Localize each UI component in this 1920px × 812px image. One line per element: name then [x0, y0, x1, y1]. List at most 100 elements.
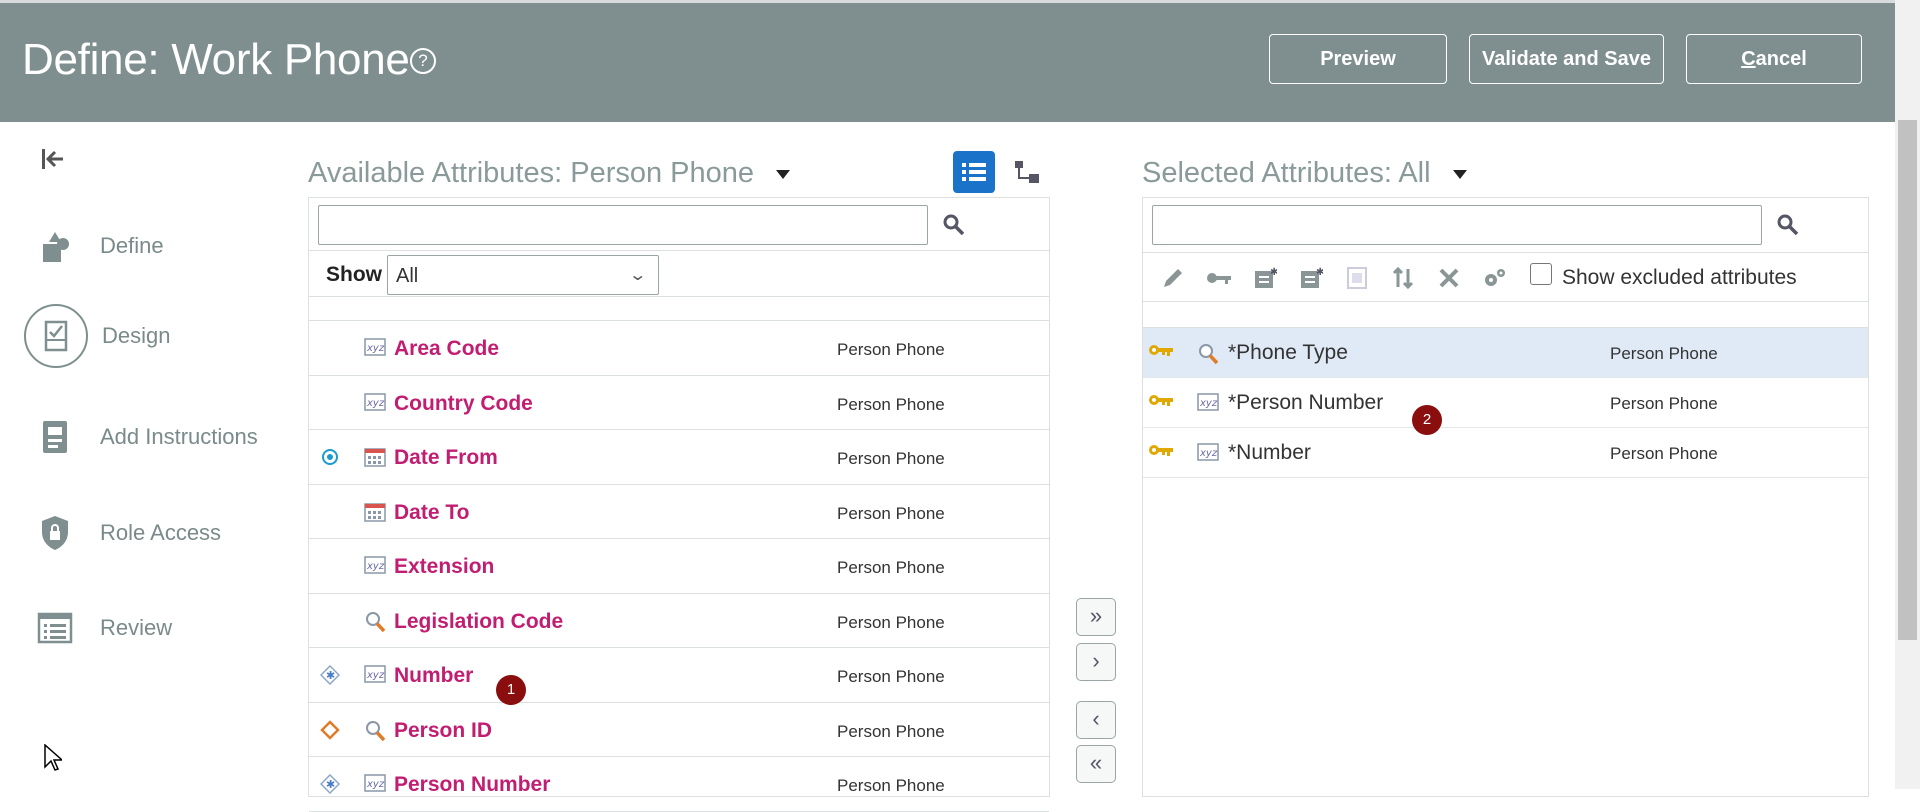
attribute-object: Person Phone	[837, 667, 945, 686]
nav-item-add-instructions[interactable]: Add Instructions	[24, 407, 258, 467]
list-item[interactable]: ✱ xyz Person Number Person Phone	[309, 757, 1049, 812]
chevron-down-icon[interactable]	[776, 169, 791, 179]
show-excluded-checkbox[interactable]	[1530, 263, 1552, 285]
tree-view-button[interactable]	[1006, 151, 1048, 193]
list-item[interactable]: Date From Person Phone	[309, 430, 1049, 485]
attribute-name[interactable]: Country Code	[394, 392, 533, 416]
attribute-object: Person Phone	[837, 340, 945, 359]
mouse-cursor-icon	[44, 743, 64, 777]
nav-label-role-access: Role Access	[100, 520, 222, 545]
svg-text:✱: ✱	[1316, 267, 1323, 278]
table-row[interactable]: xyz *Number Person Phone	[1143, 428, 1868, 478]
list-item[interactable]: xyz Extension Person Phone	[309, 539, 1049, 594]
attribute-object: Person Phone	[837, 394, 945, 414]
edit-pencil-icon[interactable]	[1159, 264, 1187, 292]
text-type-icon: xyz	[364, 556, 386, 576]
nav-item-design[interactable]: Design	[24, 304, 171, 368]
nav-label-define: Define	[100, 233, 164, 258]
help-icon[interactable]: ?	[410, 48, 436, 74]
search-icon[interactable]	[942, 213, 966, 237]
svg-text:xyz: xyz	[366, 670, 385, 681]
attribute-name[interactable]: Date From	[394, 446, 498, 470]
required-orange-diamond-icon	[320, 719, 340, 740]
text-type-icon: xyz	[1197, 393, 1219, 413]
list-item[interactable]: Legislation Code Person Phone	[309, 594, 1049, 648]
add-attribute-icon[interactable]: ✱	[1251, 264, 1279, 292]
text-type-icon: xyz	[364, 665, 386, 685]
key-icon[interactable]	[1205, 264, 1233, 292]
svg-text:xyz: xyz	[366, 561, 385, 572]
move-right-button[interactable]: ›	[1076, 643, 1116, 681]
preview-button[interactable]: Preview	[1269, 34, 1447, 84]
selected-attribute-name[interactable]: *Phone Type	[1228, 341, 1348, 365]
available-attributes-list: xyz Area Code Person Phone xyz Country Code P…	[309, 321, 1049, 812]
show-filter-row: Show All ⌄	[309, 250, 1049, 296]
define-icon	[24, 215, 86, 277]
attribute-name[interactable]: Extension	[394, 555, 494, 579]
list-item[interactable]: ✱ xyz Number Person Phone	[309, 648, 1049, 703]
selected-attributes-title[interactable]: Selected Attributes: All	[1142, 157, 1467, 190]
nav-label-design: Design	[102, 323, 171, 348]
text-type-icon: xyz	[364, 774, 386, 794]
reorder-icon[interactable]	[1389, 264, 1417, 292]
attribute-object: Person Phone	[837, 558, 945, 577]
svg-text:xyz: xyz	[366, 398, 385, 409]
attribute-name[interactable]: Area Code	[394, 337, 499, 361]
validate-and-save-button[interactable]: Validate and Save	[1469, 34, 1664, 84]
add-child-attribute-icon[interactable]: ✱	[1297, 264, 1325, 292]
available-search-input[interactable]	[318, 205, 928, 245]
selected-attribute-object: Person Phone	[1610, 344, 1718, 363]
selected-attribute-object: Person Phone	[1610, 444, 1718, 463]
selected-attribute-name[interactable]: *Number	[1228, 441, 1311, 465]
available-title-text: Available Attributes: Person Phone	[308, 157, 755, 189]
list-item[interactable]: Date To Person Phone	[309, 485, 1049, 539]
attribute-name[interactable]: Number	[394, 664, 473, 688]
nav-item-role-access[interactable]: Role Access	[24, 503, 221, 563]
list-item[interactable]: xyz Area Code Person Phone	[309, 321, 1049, 376]
move-left-button[interactable]: ‹	[1076, 701, 1116, 739]
attribute-object: Person Phone	[837, 503, 945, 523]
available-attributes-title[interactable]: Available Attributes: Person Phone	[308, 157, 791, 190]
table-row[interactable]: xyz *Person Number Person Phone	[1143, 378, 1868, 428]
show-select[interactable]: All ⌄	[387, 255, 659, 295]
attribute-name[interactable]: Person ID	[394, 719, 492, 743]
svg-text:✱: ✱	[326, 779, 335, 791]
cancel-button[interactable]: Cancel	[1686, 34, 1862, 84]
scrollbar-thumb[interactable]	[1898, 120, 1917, 640]
attribute-name[interactable]: Date To	[394, 501, 469, 525]
table-row[interactable]: *Phone Type Person Phone	[1143, 328, 1868, 378]
delete-icon[interactable]	[1435, 264, 1463, 292]
selected-attribute-name[interactable]: *Person Number	[1228, 391, 1383, 415]
copy-icon	[1343, 264, 1371, 292]
list-view-icon	[962, 163, 986, 181]
page-header: Define: Work Phone ? Preview Validate an…	[0, 0, 1895, 122]
attribute-name[interactable]: Legislation Code	[394, 610, 563, 634]
lookup-search-icon	[364, 720, 386, 741]
instructions-icon	[24, 406, 86, 468]
calendar-icon	[364, 447, 386, 467]
chevron-down-icon[interactable]	[1452, 169, 1467, 179]
attribute-name[interactable]: Person Number	[394, 773, 550, 797]
move-all-right-button[interactable]: »	[1076, 598, 1116, 636]
tree-view-icon	[1015, 161, 1039, 183]
nav-item-review[interactable]: Review	[24, 598, 172, 658]
selected-search-input[interactable]	[1152, 205, 1762, 245]
attribute-object: Person Phone	[837, 612, 945, 632]
text-type-icon: xyz	[1197, 443, 1219, 463]
chevron-down-icon: ⌄	[627, 267, 647, 284]
annotation-badge-1: 1	[496, 675, 526, 705]
nav-item-define[interactable]: Define	[24, 216, 164, 276]
attribute-object: Person Phone	[837, 721, 945, 741]
attribute-object: Person Phone	[837, 449, 945, 468]
list-view-button[interactable]	[953, 151, 995, 193]
svg-text:xyz: xyz	[366, 343, 385, 354]
move-all-left-button[interactable]: «	[1076, 745, 1116, 783]
lookup-search-icon	[364, 611, 386, 632]
list-item[interactable]: Person ID Person Phone	[309, 703, 1049, 757]
search-icon[interactable]	[1776, 213, 1800, 237]
list-item[interactable]: xyz Country Code Person Phone	[309, 376, 1049, 430]
calendar-icon	[364, 502, 386, 522]
show-excluded-label: Show excluded attributes	[1562, 266, 1797, 289]
collapse-left-icon[interactable]	[40, 146, 66, 180]
settings-gears-icon[interactable]	[1481, 264, 1509, 292]
